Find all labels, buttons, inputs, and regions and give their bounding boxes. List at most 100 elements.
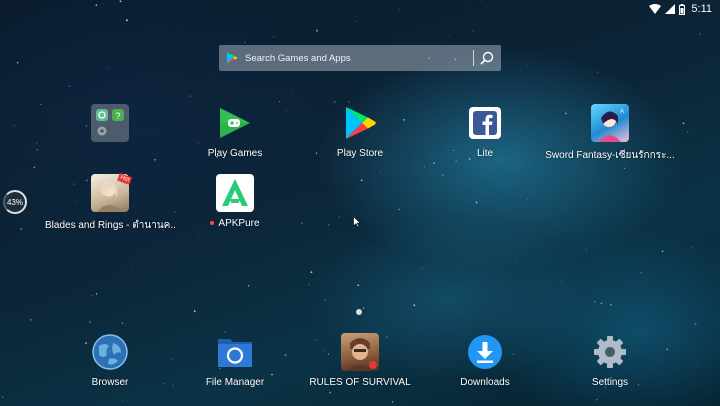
star <box>696 362 698 364</box>
star <box>515 259 517 260</box>
dock-app-settings[interactable]: Settings <box>545 333 675 388</box>
star <box>189 95 191 97</box>
settings-icon <box>591 333 629 371</box>
app-play-games[interactable]: Play Games <box>170 104 300 159</box>
star <box>362 307 365 309</box>
star <box>259 101 260 103</box>
apkpure-icon <box>216 174 254 212</box>
downloads-icon <box>466 333 504 371</box>
play-store-icon <box>341 104 379 142</box>
star <box>198 237 200 239</box>
star <box>400 230 401 231</box>
play-games-icon <box>216 104 254 142</box>
star <box>448 34 450 36</box>
star <box>273 36 275 38</box>
star <box>119 0 122 3</box>
star <box>58 58 60 59</box>
dock-app-file-manager[interactable]: File Manager <box>170 333 300 388</box>
star <box>380 170 381 172</box>
star <box>0 197 1 199</box>
star <box>338 216 341 219</box>
star <box>600 302 603 305</box>
mouse-cursor-icon <box>353 216 361 228</box>
star <box>122 399 124 401</box>
search-icon[interactable] <box>479 50 495 66</box>
star <box>121 14 122 16</box>
star <box>290 90 293 92</box>
rules-of-survival-icon <box>341 333 379 371</box>
star <box>247 285 250 287</box>
svg-text:?: ? <box>115 111 120 121</box>
star <box>9 99 10 100</box>
star <box>244 41 246 44</box>
app-label: File Manager <box>205 377 265 388</box>
star <box>13 125 15 127</box>
app-label: Settings <box>591 377 629 388</box>
floating-progress-badge[interactable]: 43% <box>3 190 27 214</box>
star <box>694 323 697 326</box>
app-label-with-dot: APKPure <box>210 218 260 229</box>
folder-icon: ? <box>91 104 129 142</box>
app-label: Downloads <box>460 377 510 388</box>
status-bar: 5:11 <box>649 0 720 18</box>
page-indicator[interactable] <box>356 309 362 315</box>
star <box>682 122 685 125</box>
app-label: APKPure <box>218 218 260 229</box>
star <box>624 167 626 169</box>
star <box>333 101 336 103</box>
star <box>132 266 133 268</box>
dock-app-browser[interactable]: Browser <box>45 333 175 388</box>
star <box>50 65 52 66</box>
star <box>357 284 360 287</box>
star <box>398 208 400 211</box>
new-app-dot <box>210 221 215 226</box>
star <box>507 5 508 7</box>
star <box>348 101 350 103</box>
star <box>445 40 447 41</box>
star <box>691 246 693 248</box>
star <box>703 398 704 400</box>
star <box>324 299 326 301</box>
star <box>481 0 483 2</box>
star <box>661 250 664 253</box>
star <box>585 248 588 251</box>
search-bar[interactable]: Search Games and Apps <box>219 45 501 71</box>
dock-app-downloads[interactable]: Downloads <box>420 333 550 388</box>
star <box>90 294 93 297</box>
star <box>472 30 474 32</box>
app-apkpure[interactable]: APKPure <box>170 174 300 229</box>
dock-app-rules-of-survival[interactable]: RULES OF SURVIVAL <box>295 333 425 388</box>
floating-badge-text: 43% <box>6 197 23 207</box>
app-label: Browser <box>91 377 129 388</box>
star <box>527 64 528 66</box>
star <box>106 67 108 69</box>
app-play-store[interactable]: Play Store <box>295 104 425 159</box>
app-sword-fantasy[interactable]: A Sword Fantasy-เซียนรักกระ... <box>545 104 675 163</box>
app-folder[interactable]: ? <box>45 104 175 148</box>
search-input[interactable]: Search Games and Apps <box>245 53 473 64</box>
star <box>413 304 416 307</box>
star <box>307 283 310 286</box>
star <box>36 142 38 144</box>
star <box>421 178 423 180</box>
star <box>16 61 19 64</box>
star <box>248 255 249 257</box>
app-facebook-lite[interactable]: Lite <box>420 104 550 159</box>
star <box>279 100 280 102</box>
blades-and-rings-icon: Hot <box>91 172 132 212</box>
app-blades-and-rings[interactable]: Hot Blades and Rings - ตำนานค... <box>45 172 175 233</box>
battery-icon <box>679 3 686 15</box>
star <box>329 391 332 394</box>
star <box>433 162 435 164</box>
star <box>568 55 570 56</box>
star <box>337 178 339 180</box>
star <box>20 228 22 230</box>
star <box>699 32 702 35</box>
star <box>360 179 363 182</box>
star <box>475 201 478 204</box>
play-store-icon <box>227 52 238 64</box>
search-divider <box>473 50 474 66</box>
star <box>318 205 320 206</box>
star <box>154 159 156 161</box>
file-manager-icon <box>216 333 254 371</box>
